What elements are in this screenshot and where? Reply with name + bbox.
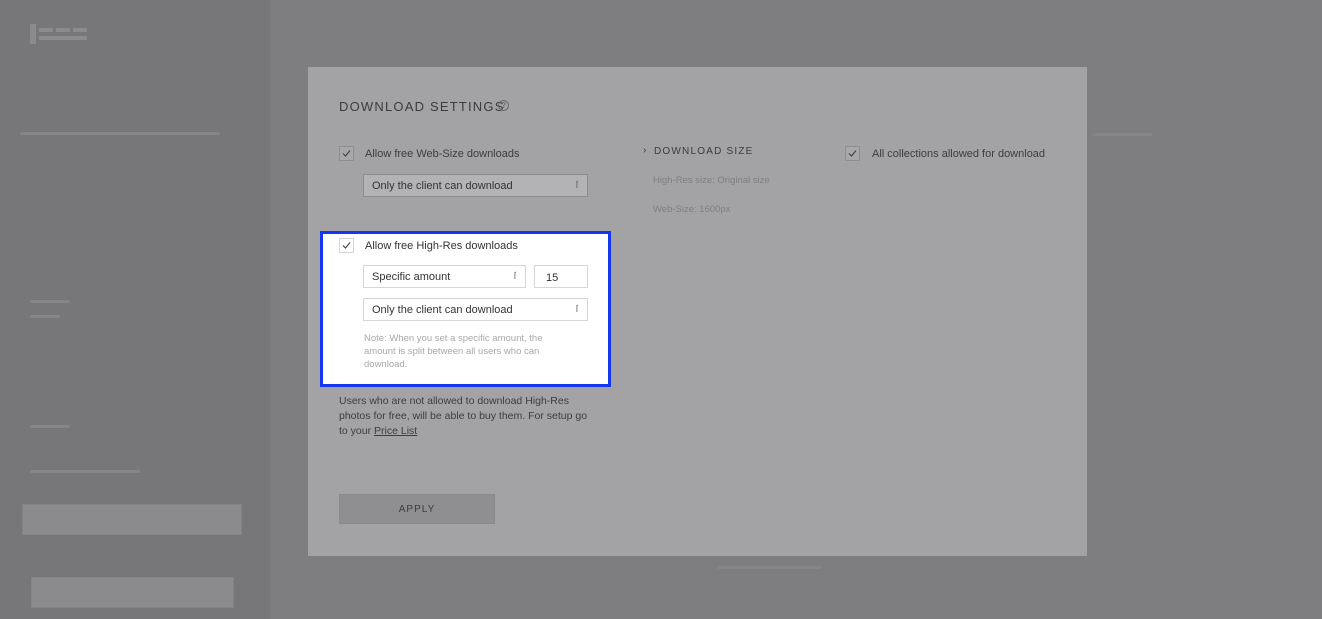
web-size-who-value: Only the client can download <box>372 180 513 192</box>
chevron-down-icon: ⌈ <box>575 304 579 313</box>
sidebar-ghost-button[interactable] <box>22 504 242 535</box>
web-size-label: Allow free Web-Size downloads <box>365 148 520 160</box>
collections-label: All collections allowed for download <box>872 148 1046 160</box>
split-note: Note: When you set a specific amount, th… <box>364 333 543 370</box>
high-res-size-text: High-Res size: Original size <box>653 175 770 186</box>
apply-button[interactable]: APPLY <box>339 494 495 524</box>
high-res-who-select[interactable]: Only the client can download ⌈ <box>363 298 588 321</box>
price-list-link[interactable]: Price List <box>374 425 417 437</box>
amount-mode-select[interactable]: Specific amount ⌈ <box>363 265 526 288</box>
high-res-highlight: Allow free High-Res downloads Specific a… <box>320 231 611 387</box>
help-icon[interactable]: ? <box>498 100 509 111</box>
chevron-right-icon[interactable]: › <box>643 145 646 156</box>
modal-title: DOWNLOAD SETTINGS <box>339 99 505 114</box>
web-size-who-select[interactable]: Only the client can download ⌈ <box>363 174 588 197</box>
chevron-down-icon: ⌈ <box>575 180 579 189</box>
buy-info-text: Users who are not allowed to download Hi… <box>339 394 595 439</box>
web-size-checkbox[interactable] <box>339 146 354 161</box>
amount-mode-value: Specific amount <box>372 271 451 283</box>
collections-checkbox[interactable] <box>845 146 860 161</box>
brand-logo <box>30 22 96 48</box>
high-res-who-value: Only the client can download <box>372 304 513 316</box>
amount-input[interactable]: 15 <box>534 265 588 288</box>
web-size-text: Web-Size: 1600px <box>653 204 731 215</box>
high-res-checkbox[interactable] <box>339 238 354 253</box>
checkmark-icon <box>342 242 351 249</box>
chevron-down-icon: ⌈ <box>513 271 517 280</box>
high-res-label: Allow free High-Res downloads <box>365 240 518 252</box>
download-size-heading[interactable]: DOWNLOAD SIZE <box>654 146 754 157</box>
checkmark-icon <box>342 150 351 157</box>
sidebar <box>0 0 270 619</box>
checkmark-icon <box>848 150 857 157</box>
sidebar-ghost-button-2[interactable] <box>31 577 234 608</box>
